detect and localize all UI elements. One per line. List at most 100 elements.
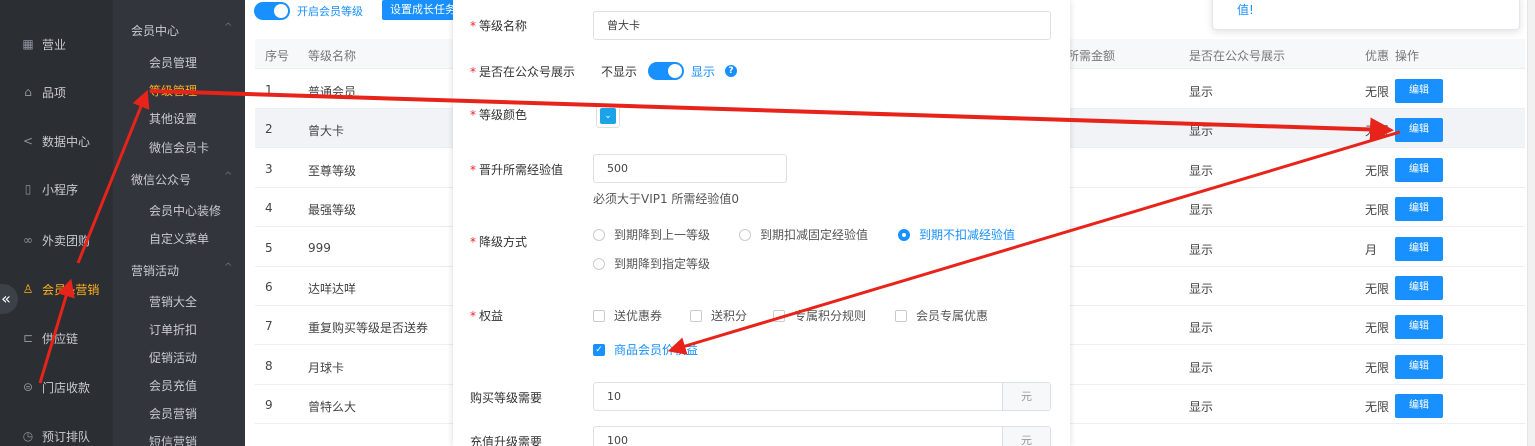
menu-group-wechat-official[interactable]: 微信公众号 <box>131 171 191 188</box>
exp-input[interactable]: 500 <box>593 154 787 183</box>
downgrade-option[interactable]: 到期降到上一等级 <box>593 226 710 243</box>
menu-item-member-decor[interactable]: 会员中心装修 <box>149 202 221 219</box>
cell-index: 1 <box>265 83 273 97</box>
sidebar-item-label: 门店收款 <box>42 380 91 395</box>
cell-index: 2 <box>265 122 273 137</box>
downgrade-option-selected[interactable]: 到期不扣减经验值 <box>898 226 1015 243</box>
sidebar-item-data-center[interactable]: < 数据中心 <box>0 131 113 151</box>
th-op: 操作 <box>1395 49 1420 63</box>
th-amount: 所需金额 <box>1067 49 1116 63</box>
cell-index: 9 <box>265 398 273 413</box>
cell-show: 显示 <box>1189 85 1214 99</box>
cell-show: 显示 <box>1189 321 1214 336</box>
chevron-up-icon: ^ <box>224 22 233 33</box>
sidebar-item-label: 供应链 <box>42 331 79 346</box>
cell-name: 普通会员 <box>308 85 357 99</box>
help-icon[interactable]: ? <box>725 65 737 77</box>
cell-discount: 无限 <box>1365 282 1390 296</box>
member-level-switch[interactable] <box>254 2 290 20</box>
buy-input[interactable]: 10 元 <box>593 382 1051 411</box>
rights-option[interactable]: 送积分 <box>690 307 747 324</box>
rights-label: * 权益 <box>470 309 504 323</box>
menu-item-member-marketing[interactable]: 会员营销 <box>149 405 197 422</box>
bike-icon: ∞ <box>23 233 33 247</box>
menu-item-other-settings[interactable]: 其他设置 <box>149 110 197 127</box>
sidebar-item-reservation[interactable]: ◷ 预订排队 <box>0 426 113 446</box>
menu-item-member-recharge[interactable]: 会员充值 <box>149 377 197 394</box>
rights-option-checked[interactable]: ✓ 商品会员价权益 <box>593 341 698 358</box>
cell-show: 显示 <box>1189 400 1214 415</box>
edit-button[interactable]: 编辑 <box>1395 394 1443 419</box>
edit-button[interactable]: 编辑 <box>1395 236 1443 261</box>
sidebar-item-label: 营业 <box>42 37 67 52</box>
sidebar-item-supply-chain[interactable]: ⊏ 供应链 <box>0 328 113 348</box>
cell-discount: 无限 <box>1365 400 1390 415</box>
menu-item-wechat-card[interactable]: 微信会员卡 <box>149 139 209 156</box>
share-icon: < <box>22 134 34 148</box>
cell-show: 显示 <box>1189 163 1214 178</box>
edit-button[interactable]: 编辑 <box>1395 118 1443 143</box>
scrollbar[interactable] <box>1527 0 1535 446</box>
th-name: 等级名称 <box>308 49 357 63</box>
menu-item-custom-menu[interactable]: 自定义菜单 <box>149 230 209 247</box>
edit-button[interactable]: 编辑 <box>1395 354 1443 379</box>
unit-label: 元 <box>1002 383 1050 410</box>
cell-name: 月球卡 <box>308 360 345 375</box>
sidebar-item-label: 预订排队 <box>42 429 91 444</box>
sidebar-item-label: 小程序 <box>42 182 79 197</box>
sidebar-item-label: 外卖团购 <box>42 233 91 248</box>
th-index: 序号 <box>265 49 290 63</box>
primary-sidebar: ▦ 营业 ⌂ 品项 < 数据中心 ▯ 小程序 ∞ 外卖团购 ♙ 会员&营销 ⊏ 供应链 ⊜ 门店… <box>0 0 113 446</box>
show-label: * 是否在公众号展示 <box>470 65 576 79</box>
bag-icon: ⌂ <box>24 85 32 99</box>
user-icon: ♙ <box>22 282 34 296</box>
edit-button[interactable]: 编辑 <box>1395 276 1443 300</box>
menu-group-marketing[interactable]: 营销活动 <box>131 262 179 279</box>
menu-item-member-manage[interactable]: 会员管理 <box>149 54 197 71</box>
rights-option[interactable]: 送优惠券 <box>593 307 662 324</box>
edit-button[interactable]: 编辑 <box>1395 79 1443 103</box>
hide-text: 不显示 <box>601 65 638 79</box>
level-edit-modal: * 等级名称 曾大卡 * 是否在公众号展示 不显示 显示 ? * 等级颜色 ⌄ * 晋升… <box>453 0 1070 446</box>
clock-icon: ◷ <box>22 429 34 443</box>
menu-item-order-discount[interactable]: 订单折扣 <box>149 321 197 338</box>
sidebar-item-products[interactable]: ⌂ 品项 <box>0 82 113 102</box>
cell-index: 6 <box>265 280 273 294</box>
cell-discount: 无限 <box>1365 124 1390 139</box>
cell-name: 最强等级 <box>308 203 357 218</box>
edit-button[interactable]: 编辑 <box>1395 157 1443 182</box>
edit-button[interactable]: 编辑 <box>1395 315 1443 340</box>
rights-option[interactable]: 专属积分规则 <box>773 307 866 324</box>
downgrade-option[interactable]: 到期降到指定等级 <box>593 255 710 272</box>
notice-popup: 值! <box>1212 0 1520 30</box>
menu-group-member-center[interactable]: 会员中心 <box>131 22 179 39</box>
toolbar: 开启会员等级 设置成长任务 <box>245 0 465 22</box>
recharge-input[interactable]: 100 元 <box>593 426 1051 446</box>
rights-option[interactable]: 会员专属优惠 <box>895 307 988 324</box>
level-name-label: * 等级名称 <box>470 19 528 33</box>
sidebar-item-delivery[interactable]: ∞ 外卖团购 <box>0 230 113 250</box>
switch-label: 开启会员等级 <box>297 5 363 18</box>
menu-item-level-manage[interactable]: 等级管理 <box>149 82 197 99</box>
menu-item-marketing-all[interactable]: 营销大全 <box>149 293 197 310</box>
grow-task-button[interactable]: 设置成长任务 <box>382 0 464 20</box>
edit-button[interactable]: 编辑 <box>1395 197 1443 222</box>
sidebar-item-mini-program[interactable]: ▯ 小程序 <box>0 179 113 199</box>
level-name-input[interactable]: 曾大卡 <box>593 11 1051 40</box>
sidebar-item-store-payment[interactable]: ⊜ 门店收款 <box>0 377 113 397</box>
secondary-menu: 会员中心 ^ 会员管理 等级管理 其他设置 微信会员卡 微信公众号 ^ 会员中心… <box>113 0 245 446</box>
sidebar-item-label: 数据中心 <box>42 134 91 149</box>
notice-text: 值! <box>1237 3 1254 17</box>
menu-item-promotion[interactable]: 促销活动 <box>149 349 197 366</box>
menu-item-sms-marketing[interactable]: 短信营销 <box>149 433 197 446</box>
show-text: 显示 <box>691 65 716 79</box>
color-picker[interactable]: ⌄ <box>596 104 620 128</box>
cell-index: 4 <box>265 201 273 216</box>
sidebar-item-business[interactable]: ▦ 营业 <box>0 34 113 54</box>
chevron-up-icon: ^ <box>224 262 233 273</box>
cell-index: 3 <box>265 161 273 176</box>
show-switch[interactable] <box>648 62 684 80</box>
sidebar-item-label: 品项 <box>42 85 67 100</box>
downgrade-option[interactable]: 到期扣减固定经验值 <box>739 226 868 243</box>
cell-discount: 月 <box>1365 242 1378 257</box>
